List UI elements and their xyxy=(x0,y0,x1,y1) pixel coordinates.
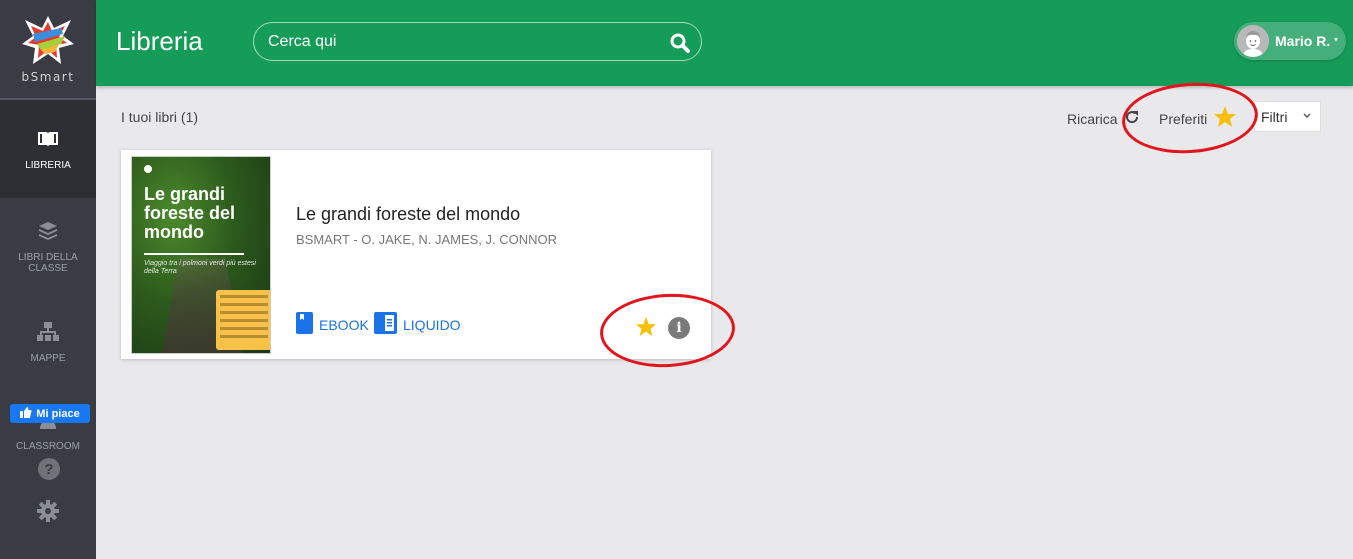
publisher-logo-icon xyxy=(144,165,152,173)
sidebar-item-libri-della-classe[interactable]: LIBRI DELLA CLASSE xyxy=(0,198,96,296)
format-ebook-link[interactable]: EBOOK xyxy=(296,312,369,337)
cover-divider xyxy=(144,253,244,255)
ebook-icon xyxy=(296,312,313,337)
search-box[interactable] xyxy=(253,22,702,61)
books-count: I tuoi libri (1) xyxy=(121,109,199,125)
sidebar-item-label: CLASSROOM xyxy=(16,441,80,452)
user-name: Mario R. xyxy=(1275,33,1331,49)
sidebar-item-mappe[interactable]: MAPPE xyxy=(0,296,96,388)
cover-title: Le grandi foreste del mondo xyxy=(144,184,236,242)
liquid-book-icon xyxy=(374,312,397,337)
brand-logo[interactable]: bSmart xyxy=(0,0,96,100)
chevron-down-icon: ▾ xyxy=(1333,35,1338,44)
format-label: EBOOK xyxy=(319,316,369,333)
book-cover[interactable]: Le grandi foreste del mondo Viaggio tra … xyxy=(131,156,271,354)
cover-extras-box xyxy=(216,290,270,350)
thumbs-up-icon xyxy=(20,406,32,421)
refresh-icon xyxy=(1124,109,1140,128)
avatar xyxy=(1237,25,1269,57)
cover-subtitle: Viaggio tra i polmoni verdi più estesi d… xyxy=(144,260,256,275)
book-authors: BSMART - O. JAKE, N. JAMES, J. CONNOR xyxy=(296,232,558,247)
sidebar-item-label: MAPPE xyxy=(30,352,66,364)
info-icon[interactable]: i xyxy=(668,317,690,339)
search-input[interactable] xyxy=(268,31,658,53)
reload-button[interactable]: Ricarica xyxy=(1067,109,1140,128)
top-header: Libreria Mario R. ▾ xyxy=(96,0,1353,86)
like-label: Mi piace xyxy=(36,407,80,420)
favorites-label: Preferiti xyxy=(1159,110,1208,127)
sidebar-item-settings[interactable] xyxy=(0,473,96,559)
book-title[interactable]: Le grandi foreste del mondo xyxy=(296,204,520,225)
favorites-filter-button[interactable]: Preferiti xyxy=(1159,105,1237,132)
format-liquido-link[interactable]: LIQUIDO xyxy=(374,312,461,337)
open-book-icon xyxy=(36,128,60,150)
gear-icon xyxy=(36,500,60,522)
book-card[interactable]: Le grandi foreste del mondo Viaggio tra … xyxy=(121,150,711,359)
search-icon[interactable] xyxy=(669,32,691,54)
stacked-books-icon xyxy=(36,220,60,242)
format-label: LIQUIDO xyxy=(403,316,461,333)
sitemap-icon xyxy=(36,321,60,343)
filters-label: Filtri xyxy=(1261,108,1288,125)
bsmart-logo-icon xyxy=(22,16,74,64)
chevron-down-icon xyxy=(1303,111,1311,122)
sidebar-item-label: LIBRI DELLA CLASSE xyxy=(18,252,78,274)
favorite-star-icon[interactable] xyxy=(635,316,657,338)
brand-name: bSmart xyxy=(21,70,75,84)
help-icon[interactable]: ? xyxy=(38,458,60,480)
filters-dropdown[interactable]: Filtri xyxy=(1254,101,1321,132)
user-menu[interactable]: Mario R. ▾ xyxy=(1234,22,1346,60)
star-icon xyxy=(1213,105,1237,132)
reload-label: Ricarica xyxy=(1067,110,1118,127)
sidebar-item-libreria[interactable]: LIBRERIA xyxy=(0,100,96,198)
page-title: Libreria xyxy=(116,26,203,56)
facebook-like-button[interactable]: Mi piace xyxy=(10,404,90,423)
sidebar-item-label: LIBRERIA xyxy=(25,159,71,171)
